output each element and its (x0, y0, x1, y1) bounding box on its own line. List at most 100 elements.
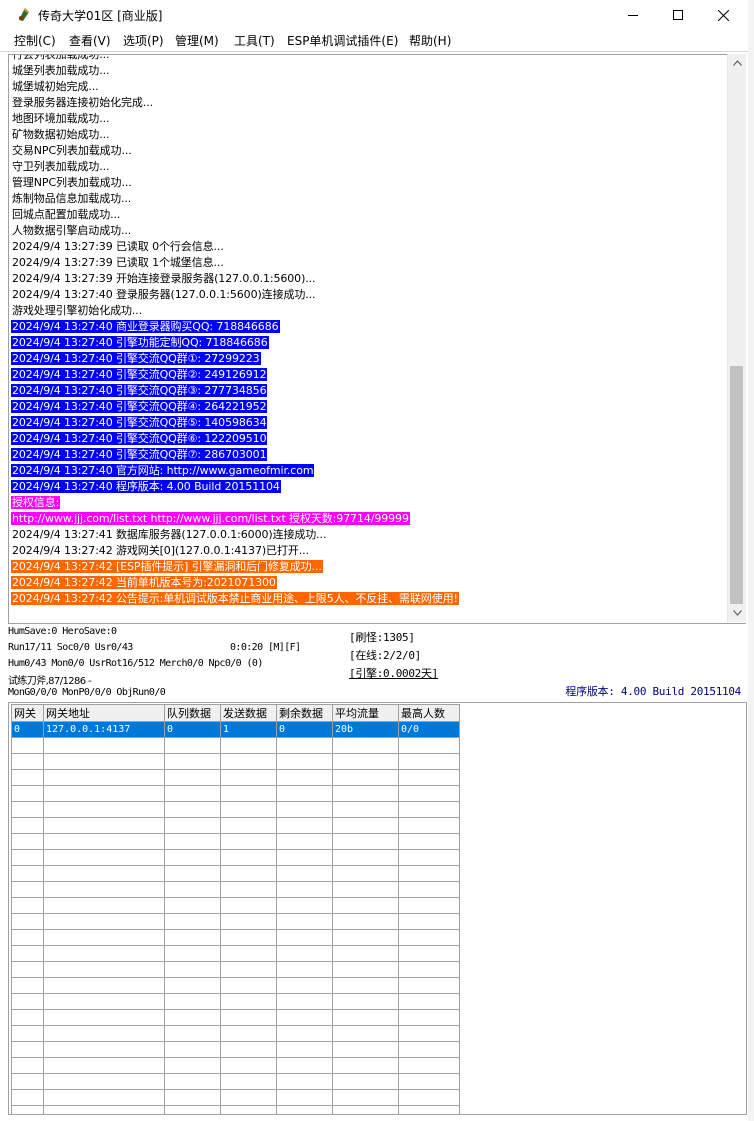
table-cell (332, 1073, 399, 1090)
table-cell (164, 1025, 221, 1042)
log-line: 游戏处理引擎初始化成功... (11, 303, 731, 319)
table-cell (276, 849, 333, 866)
table-cell (220, 1009, 277, 1026)
table-cell (11, 1105, 44, 1114)
table-cell (398, 1009, 460, 1026)
table-row-empty[interactable] (11, 961, 460, 978)
table-cell (11, 945, 44, 962)
table-cell (220, 993, 277, 1010)
maximize-button[interactable] (655, 0, 701, 30)
log-line-text: 2024/9/4 13:27:39 开始连接登录服务器(127.0.0.1:56… (12, 272, 316, 285)
menu-view[interactable]: 查看(V) (69, 32, 111, 49)
table-row-empty[interactable] (11, 1057, 460, 1074)
log-line: 2024/9/4 13:27:39 已读取 0个行会信息... (11, 239, 731, 255)
table-cell (276, 881, 333, 898)
log-line-text: 授权信息: (11, 496, 61, 509)
table-cell (220, 1105, 277, 1114)
status-hum: Hum0/43 Mon0/0 UsrRot16/512 Merch0/0 Npc… (8, 658, 263, 669)
table-cell (276, 817, 333, 834)
table-row-empty[interactable] (11, 993, 460, 1010)
table-row-empty[interactable] (11, 1073, 460, 1090)
table-row-empty[interactable] (11, 817, 460, 834)
table-cell (220, 945, 277, 962)
table-cell (164, 897, 221, 914)
table-cell (11, 753, 44, 770)
table-row-empty[interactable] (11, 881, 460, 898)
table-row[interactable]: 0 127.0.0.1:4137 0 1 0 20b 0/0 (11, 721, 460, 738)
table-cell (43, 753, 165, 770)
table-cell (398, 961, 460, 978)
title-bar[interactable]: 传奇大学01区 [商业版] (0, 0, 748, 30)
table-cell (276, 1025, 333, 1042)
table-cell (332, 881, 399, 898)
table-cell (43, 865, 165, 882)
menu-tools[interactable]: 工具(T) (234, 32, 275, 49)
table-cell (332, 929, 399, 946)
table-cell (164, 1073, 221, 1090)
table-cell (398, 833, 460, 850)
table-row-empty[interactable] (11, 1105, 460, 1114)
table-row-empty[interactable] (11, 945, 460, 962)
table-cell (220, 881, 277, 898)
table-cell (43, 833, 165, 850)
table-row-empty[interactable] (11, 1009, 460, 1026)
log-line: 回城点配置加载成功... (11, 207, 731, 223)
column-header[interactable]: 最高人数 (398, 704, 460, 722)
table-cell (164, 945, 221, 962)
column-header[interactable]: 剩余数据 (276, 704, 333, 722)
table-row-empty[interactable] (11, 1025, 460, 1042)
menu-manage[interactable]: 管理(M) (175, 32, 219, 49)
table-cell (43, 1073, 165, 1090)
gateway-grid[interactable]: 网关 网关地址 队列数据 发送数据 剩余数据 平均流量 最高人数 0 127.0.0.1:41… (8, 702, 747, 1115)
log-line-text: 2024/9/4 13:27:42 游戏网关[0](127.0.0.1:4137… (12, 544, 309, 557)
column-header[interactable]: 网关 (11, 704, 44, 722)
table-row-empty[interactable] (11, 1041, 460, 1058)
table-cell (276, 1073, 333, 1090)
table-cell (276, 769, 333, 786)
column-header[interactable]: 平均流量 (332, 704, 399, 722)
table-row-empty[interactable] (11, 865, 460, 882)
log-line: 登录服务器连接初始化完成... (11, 95, 731, 111)
table-row-empty[interactable] (11, 833, 460, 850)
scroll-thumb[interactable] (730, 366, 743, 604)
table-row-empty[interactable] (11, 753, 460, 770)
log-line: 2024/9/4 13:27:40 引擎交流QQ群①: 27299223 (11, 351, 731, 367)
column-header[interactable]: 队列数据 (164, 704, 221, 722)
table-cell (220, 961, 277, 978)
menu-options[interactable]: 选项(P) (123, 32, 164, 49)
scroll-up-button[interactable] (728, 54, 746, 72)
close-button[interactable] (700, 0, 746, 30)
table-row-empty[interactable] (11, 977, 460, 994)
table-cell (276, 801, 333, 818)
log-line-text: 交易NPC列表加载成功... (12, 144, 132, 157)
table-row-empty[interactable] (11, 897, 460, 914)
column-header[interactable]: 网关地址 (43, 704, 165, 722)
table-row-empty[interactable] (11, 849, 460, 866)
table-cell (164, 1041, 221, 1058)
table-cell (43, 1009, 165, 1026)
table-cell (220, 769, 277, 786)
table-row-empty[interactable] (11, 785, 460, 802)
table-cell (11, 1073, 44, 1090)
minimize-button[interactable] (610, 0, 656, 30)
table-cell (164, 929, 221, 946)
column-header[interactable]: 发送数据 (220, 704, 277, 722)
log-panel[interactable]: 行会列表加载成功... 城堡列表加载成功... 城堡城初始完成... 登录服务器连接初… (8, 54, 746, 624)
log-line-text: 2024/9/4 13:27:40 引擎交流QQ群③: 277734856 (11, 384, 268, 397)
menu-esp-plugin[interactable]: ESP单机调试插件(E) (287, 32, 398, 49)
menu-help[interactable]: 帮助(H) (409, 32, 451, 49)
table-row-empty[interactable] (11, 769, 460, 786)
scroll-down-button[interactable] (728, 604, 746, 622)
table-row-empty[interactable] (11, 1089, 460, 1106)
table-row-empty[interactable] (11, 913, 460, 930)
table-cell (276, 993, 333, 1010)
log-line-text: 城堡城初始完成... (12, 80, 99, 93)
menu-control[interactable]: 控制(C) (14, 32, 56, 49)
table-row-empty[interactable] (11, 801, 460, 818)
log-scrollbar[interactable] (727, 54, 746, 622)
table-cell (164, 1089, 221, 1106)
log-line-text: 游戏处理引擎初始化成功... (12, 304, 143, 317)
table-row-empty[interactable] (11, 737, 460, 754)
table-cell (43, 993, 165, 1010)
table-row-empty[interactable] (11, 929, 460, 946)
